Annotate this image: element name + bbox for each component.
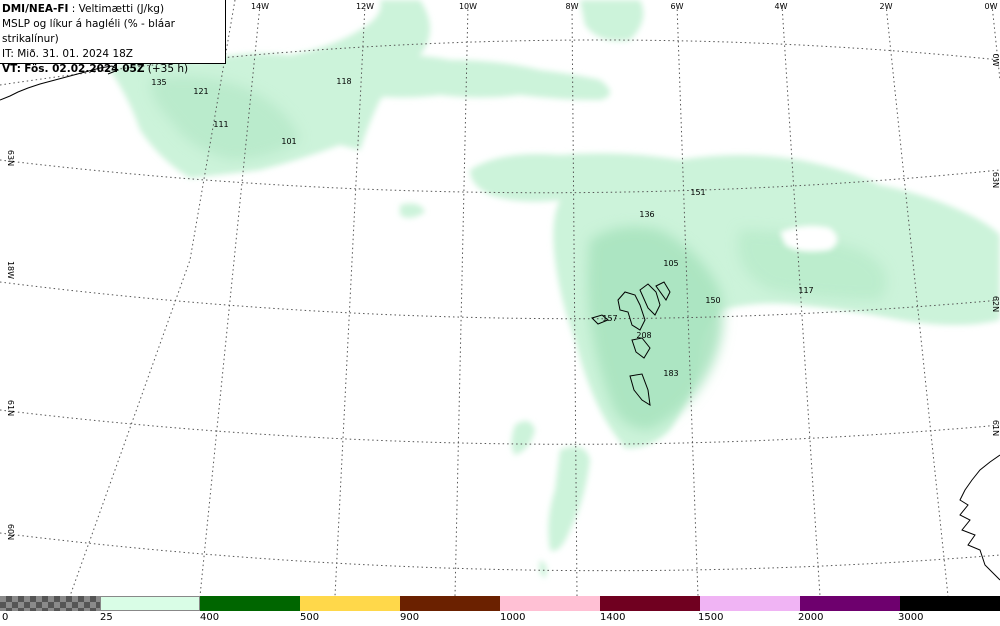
colorbar-tick: 25 bbox=[100, 612, 113, 623]
lon-label: 8W bbox=[566, 2, 579, 11]
colorbar-ticks: 0 25 400 500 900 1000 1400 1500 2000 300… bbox=[0, 611, 1000, 626]
lat-label: 60N bbox=[6, 524, 15, 540]
lat-label: 0W bbox=[991, 54, 1000, 67]
colorbar-segment bbox=[700, 596, 800, 611]
cape-value: 208 bbox=[636, 331, 651, 340]
lon-label: 0W bbox=[985, 2, 998, 11]
lon-label: 10W bbox=[459, 2, 477, 11]
colorbar-segment bbox=[800, 596, 900, 611]
colorbar-tick: 500 bbox=[300, 612, 320, 623]
colorbar-segment bbox=[300, 596, 400, 611]
colorbar-tick: 900 bbox=[400, 612, 420, 623]
mslp-label: MSLP og líkur á hagléli (% - bláar strik… bbox=[2, 18, 175, 45]
colorbar-tick: 1500 bbox=[698, 612, 724, 623]
lon-label: 14W bbox=[251, 2, 269, 11]
colorbar-segment bbox=[200, 596, 300, 611]
colorbar-tick: 0 bbox=[2, 612, 9, 623]
cape-value: 101 bbox=[281, 137, 296, 146]
colorbar-segment bbox=[500, 596, 600, 611]
colorbar-segment bbox=[600, 596, 700, 611]
cape-value: 105 bbox=[663, 259, 678, 268]
cape-value: 183 bbox=[663, 369, 678, 378]
cape-value: 111 bbox=[213, 120, 228, 129]
cape-value: 157 bbox=[602, 314, 617, 323]
colorbar-segment bbox=[0, 596, 100, 611]
lon-label: 4W bbox=[775, 2, 788, 11]
parameter-label: : Veltimætti (J/kg) bbox=[71, 3, 165, 15]
colorbar-tick: 2000 bbox=[798, 612, 824, 623]
colorbar bbox=[0, 596, 1000, 611]
cape-value: 135 bbox=[151, 78, 166, 87]
lat-label: 61N bbox=[6, 400, 15, 416]
lat-label: 62N bbox=[991, 296, 1000, 312]
vt-label: VT: bbox=[2, 63, 21, 75]
lat-label: 63N bbox=[6, 150, 15, 166]
colorbar-tick: 1000 bbox=[500, 612, 526, 623]
model-name: DMI/NEA-FI bbox=[2, 3, 69, 15]
lon-label: 12W bbox=[356, 2, 374, 11]
colorbar-tick: 1400 bbox=[600, 612, 626, 623]
colorbar-segment bbox=[400, 596, 500, 611]
map-info-box: DMI/NEA-FI : Veltimætti (J/kg) MSLP og l… bbox=[0, 0, 226, 75]
colorbar-tick: 3000 bbox=[898, 612, 924, 623]
colorbar-segment bbox=[900, 596, 1000, 611]
colorbar-segment bbox=[100, 596, 200, 611]
init-time: IT: Mið. 31. 01. 2024 18Z bbox=[2, 48, 133, 60]
cape-map: 135 121 118 111 101 151 136 105 150 117 … bbox=[0, 0, 1000, 596]
cape-value: 150 bbox=[705, 296, 720, 305]
lead-time: (+35 h) bbox=[147, 63, 189, 75]
colorbar-tick: 400 bbox=[200, 612, 220, 623]
lat-label: 61N bbox=[991, 420, 1000, 436]
cape-value: 117 bbox=[798, 286, 813, 295]
lat-label: 63N bbox=[991, 172, 1000, 188]
cape-value: 121 bbox=[193, 87, 208, 96]
cape-value: 136 bbox=[639, 210, 654, 219]
lon-label: 6W bbox=[671, 2, 684, 11]
lon-label: 2W bbox=[880, 2, 893, 11]
valid-time: Fös. 02.02.2024 05Z bbox=[24, 63, 145, 75]
cape-value: 118 bbox=[336, 77, 351, 86]
cape-value: 151 bbox=[690, 188, 705, 197]
lat-label: 18W bbox=[6, 261, 15, 279]
